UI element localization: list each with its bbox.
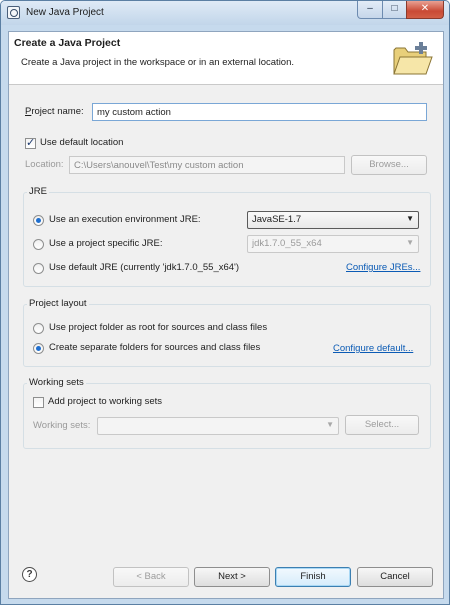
- jre-execution-environment-radio[interactable]: [33, 215, 44, 226]
- new-project-folder-icon: [393, 42, 433, 75]
- select-working-sets-button[interactable]: Select...: [345, 415, 419, 435]
- cancel-button[interactable]: Cancel: [357, 567, 433, 587]
- execution-environment-select[interactable]: JavaSE-1.7 ▼: [247, 211, 419, 229]
- wizard-header: Create a Java Project Create a Java proj…: [9, 32, 443, 85]
- layout-project-root-radio[interactable]: [33, 323, 44, 334]
- project-name-label-text: roject name:: [31, 106, 84, 117]
- project-specific-jre-value: jdk1.7.0_55_x64: [252, 238, 322, 249]
- working-sets-select[interactable]: ▼: [97, 417, 339, 435]
- location-label: Location:: [25, 159, 64, 170]
- project-name-input[interactable]: [92, 103, 427, 121]
- chevron-down-icon: ▼: [406, 238, 414, 247]
- jre-execution-environment-label[interactable]: Use an execution environment JRE:: [49, 214, 201, 225]
- jre-default-label[interactable]: Use default JRE (currently 'jdk1.7.0_55_…: [49, 262, 239, 273]
- wizard-title: Create a Java Project: [14, 37, 121, 49]
- jre-group-title: JRE: [27, 186, 49, 197]
- project-name-label: Project name:: [25, 106, 84, 117]
- chevron-down-icon: ▼: [406, 214, 414, 223]
- jre-default-radio[interactable]: [33, 263, 44, 274]
- use-default-location-label[interactable]: Use default location: [40, 137, 123, 148]
- working-sets-label: Working sets:: [33, 420, 91, 431]
- layout-project-root-label[interactable]: Use project folder as root for sources a…: [49, 322, 267, 333]
- layout-separate-folders-label[interactable]: Create separate folders for sources and …: [49, 342, 260, 353]
- wizard-description: Create a Java project in the workspace o…: [21, 57, 295, 68]
- finish-button[interactable]: Finish: [275, 567, 351, 587]
- close-button[interactable]: ✕: [406, 1, 444, 19]
- window-title: New Java Project: [26, 7, 104, 18]
- next-button[interactable]: Next >: [194, 567, 270, 587]
- project-layout-group: [23, 304, 431, 367]
- new-java-project-window: New Java Project – □ ✕ Create a Java Pro…: [0, 0, 450, 605]
- minimize-button[interactable]: –: [357, 1, 383, 19]
- layout-separate-folders-radio[interactable]: [33, 343, 44, 354]
- dialog-client-area: Create a Java Project Create a Java proj…: [8, 31, 444, 599]
- maximize-button[interactable]: □: [382, 1, 407, 19]
- add-to-working-sets-label[interactable]: Add project to working sets: [48, 396, 162, 407]
- project-layout-group-title: Project layout: [27, 298, 89, 309]
- help-icon[interactable]: ?: [22, 567, 37, 582]
- use-default-location-checkbox[interactable]: [25, 136, 36, 149]
- add-to-working-sets-checkbox[interactable]: [33, 397, 44, 408]
- browse-button[interactable]: Browse...: [351, 155, 427, 175]
- chevron-down-icon: ▼: [326, 420, 334, 429]
- jre-project-specific-radio[interactable]: [33, 239, 44, 250]
- location-input[interactable]: [69, 156, 345, 174]
- project-specific-jre-select[interactable]: jdk1.7.0_55_x64 ▼: [247, 235, 419, 253]
- back-button[interactable]: < Back: [113, 567, 189, 587]
- eclipse-app-icon: [7, 6, 20, 19]
- jre-project-specific-label[interactable]: Use a project specific JRE:: [49, 238, 163, 249]
- configure-jres-link[interactable]: Configure JREs...: [346, 262, 420, 273]
- configure-default-link[interactable]: Configure default...: [333, 343, 413, 354]
- execution-environment-value: JavaSE-1.7: [252, 214, 302, 225]
- working-sets-group-title: Working sets: [27, 377, 86, 388]
